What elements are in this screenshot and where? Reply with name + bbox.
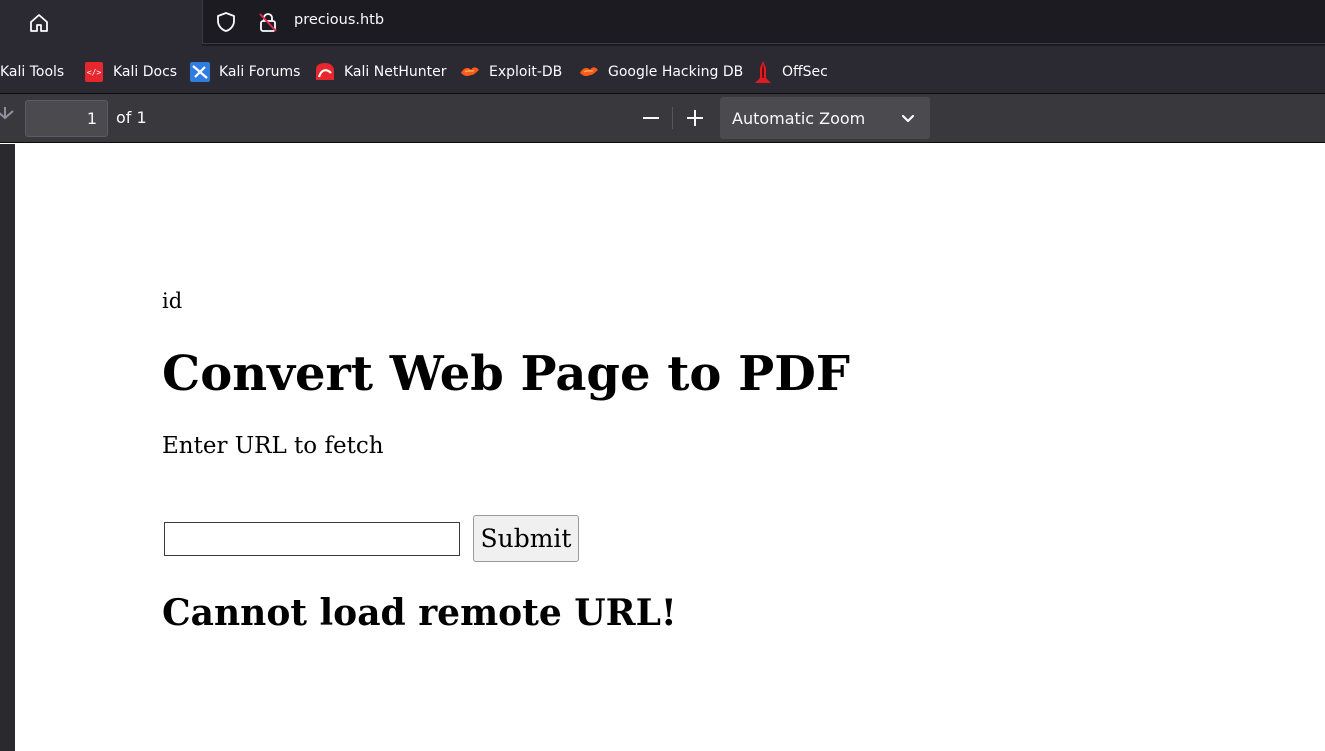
svg-text:</>: </>: [87, 68, 102, 77]
insecure-lock-icon: [259, 13, 277, 32]
browser-top-bar: precious.htb: [0, 0, 1325, 46]
bookmark-label: Google Hacking DB: [608, 64, 744, 80]
offsec-icon: [752, 61, 774, 83]
bookmark-label: Kali Tools: [0, 64, 65, 80]
bookmark-offsec[interactable]: OffSec: [752, 60, 828, 84]
bookmark-label: Kali NetHunter: [344, 64, 447, 80]
bookmark-label: Kali Forums: [219, 64, 301, 80]
zoom-out-button[interactable]: [634, 102, 668, 134]
bookmark-kali-tools[interactable]: Kali Tools: [0, 60, 64, 84]
page-count: of 1: [116, 108, 147, 127]
toolbar-separator: [672, 107, 673, 129]
bookmark-google-hacking-db[interactable]: Google Hacking DB: [578, 60, 743, 84]
command-output-text: id: [162, 289, 183, 313]
exploit-db-icon: [459, 61, 481, 83]
kali-forums-icon: [189, 61, 211, 83]
home-button[interactable]: [24, 8, 54, 38]
home-tab[interactable]: [0, 0, 202, 46]
bookmark-exploit-db[interactable]: Exploit-DB: [459, 60, 562, 84]
pdf-toolbar: 1 of 1 Automatic Zoom: [0, 94, 1325, 143]
page-title: Convert Web Page to PDF: [162, 346, 850, 402]
plus-icon: [687, 110, 703, 126]
kali-docs-icon: </>: [83, 61, 105, 83]
bookmark-kali-docs[interactable]: </> Kali Docs: [83, 60, 177, 84]
bookmark-label: OffSec: [782, 64, 828, 80]
pdf-document-area: id Convert Web Page to PDF Enter URL to …: [0, 144, 1325, 751]
shield-icon: [217, 12, 235, 32]
kali-nethunter-icon: [314, 61, 336, 83]
address-bar[interactable]: precious.htb: [202, 0, 1325, 44]
page-number-input[interactable]: 1: [25, 100, 108, 137]
viewer-sidebar-edge: [0, 144, 15, 751]
url-input[interactable]: [164, 522, 460, 556]
url-prompt-label: Enter URL to fetch: [162, 433, 384, 459]
tracking-protection-button[interactable]: [213, 9, 239, 35]
zoom-select[interactable]: Automatic Zoom: [720, 97, 930, 139]
submit-button[interactable]: Submit: [473, 515, 579, 562]
next-page-button[interactable]: [0, 106, 14, 130]
error-message: Cannot load remote URL!: [162, 592, 677, 634]
bookmark-label: Kali Docs: [113, 64, 178, 80]
zoom-select-value: Automatic Zoom: [732, 108, 866, 128]
minus-icon: [643, 117, 659, 119]
zoom-in-button[interactable]: [678, 102, 712, 134]
bookmark-kali-forums[interactable]: Kali Forums: [189, 60, 300, 84]
google-hacking-db-icon: [578, 61, 600, 83]
chevron-down-icon: [901, 114, 915, 123]
home-icon: [30, 14, 48, 32]
site-security-button[interactable]: [255, 9, 281, 35]
bookmarks-bar: Kali Tools </> Kali Docs Kali Forums Kal…: [0, 46, 1325, 94]
url-text[interactable]: precious.htb: [294, 12, 384, 28]
bookmark-kali-nethunter[interactable]: Kali NetHunter: [314, 60, 446, 84]
arrow-down-icon: [0, 107, 14, 120]
bookmark-label: Exploit-DB: [489, 64, 563, 80]
